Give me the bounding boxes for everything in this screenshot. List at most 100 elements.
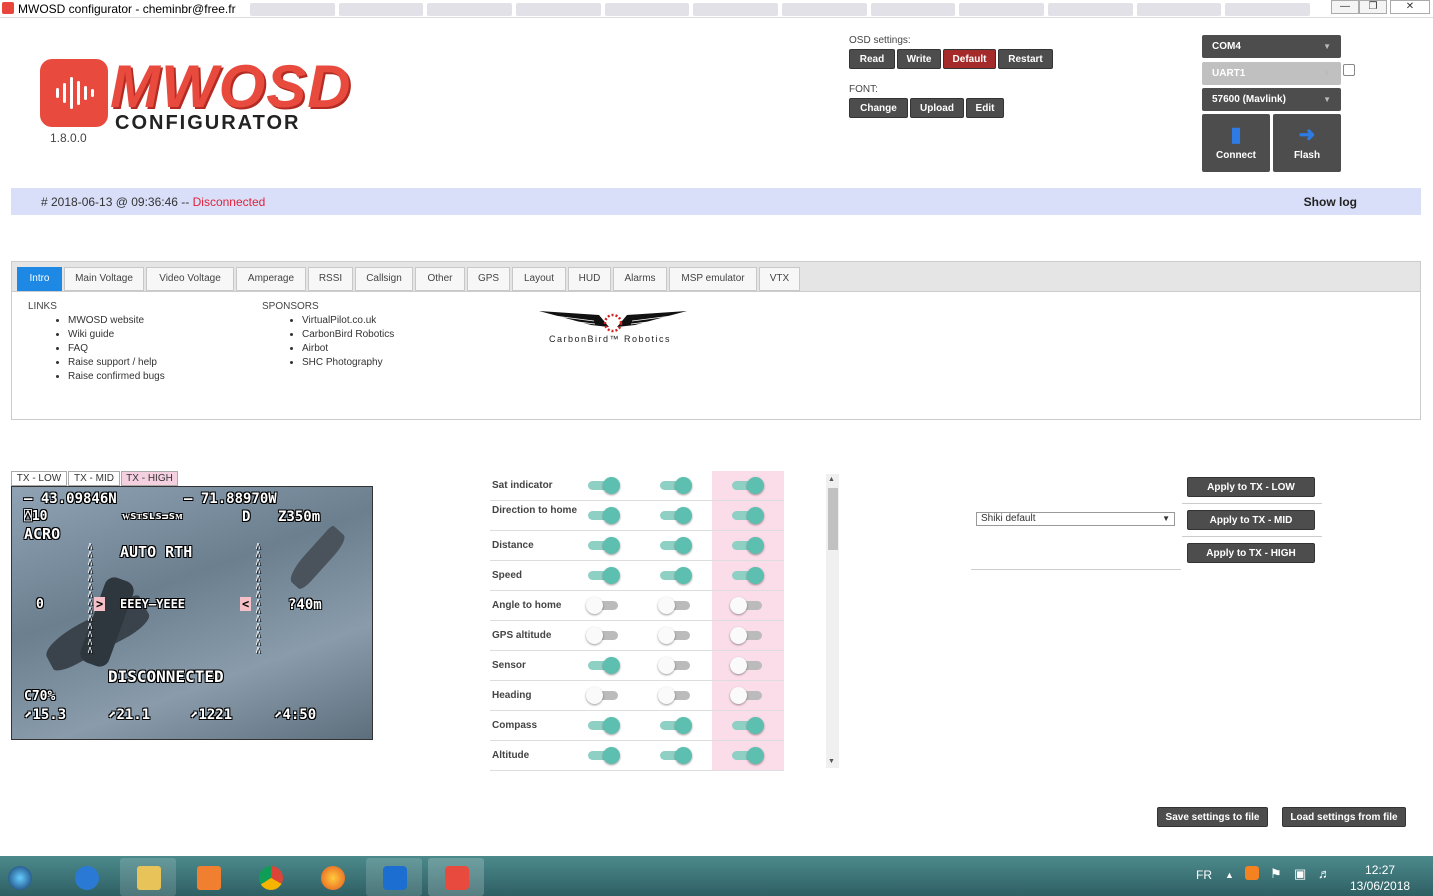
layout-preset-select[interactable]: Shiki default ▼ <box>976 512 1175 526</box>
tab-callsign[interactable]: Callsign <box>355 267 413 291</box>
font-change-button[interactable]: Change <box>849 98 908 118</box>
preview-tab-tx-high[interactable]: TX - HIGH <box>121 471 178 486</box>
taskbar-visioncure-icon[interactable] <box>366 858 422 896</box>
osd-preview[interactable]: — 43.09846N — 71.88970W ⍓10 ᴡsᴛsʟsᴝsᴍ D … <box>11 486 373 740</box>
taskbar-chrome-icon[interactable] <box>242 858 298 896</box>
scroll-down-icon[interactable]: ▼ <box>828 758 835 765</box>
toggle-high[interactable] <box>730 627 764 644</box>
apply-tx-high-button[interactable]: Apply to TX - HIGH <box>1187 543 1315 563</box>
taskbar-mwosd-icon[interactable] <box>428 858 484 896</box>
taskbar-explorer-icon[interactable] <box>120 858 176 896</box>
element-row: Altitude <box>490 741 784 771</box>
link-bugs[interactable]: Raise confirmed bugs <box>68 370 165 384</box>
tab-gps[interactable]: GPS <box>467 267 510 291</box>
tab-hud[interactable]: HUD <box>568 267 611 291</box>
flash-button[interactable]: ➜ Flash <box>1273 114 1341 172</box>
uart-checkbox[interactable] <box>1343 64 1355 76</box>
toggle-mid[interactable] <box>660 537 692 554</box>
toggle-high[interactable] <box>732 537 764 554</box>
tray-expand-icon[interactable]: ▲ <box>1225 870 1234 880</box>
apply-tx-low-button[interactable]: Apply to TX - LOW <box>1187 477 1315 497</box>
toggle-low[interactable] <box>586 627 620 644</box>
toggle-mid[interactable] <box>660 717 692 734</box>
link-faq[interactable]: FAQ <box>68 342 165 356</box>
tab-main-voltage[interactable]: Main Voltage <box>64 267 144 291</box>
toggle-high[interactable] <box>730 597 764 614</box>
tab-video-voltage[interactable]: Video Voltage <box>146 267 234 291</box>
toggle-mid[interactable] <box>658 627 692 644</box>
taskbar-firefox-icon[interactable] <box>304 858 360 896</box>
close-button[interactable]: ✕ <box>1390 0 1430 14</box>
tab-amperage[interactable]: Amperage <box>236 267 306 291</box>
preview-tab-tx-low[interactable]: TX - LOW <box>11 471 67 486</box>
scroll-up-icon[interactable]: ▲ <box>828 476 835 483</box>
load-settings-button[interactable]: Load settings from file <box>1282 807 1406 827</box>
taskbar-ie-icon[interactable] <box>58 858 114 896</box>
sponsor-airbot[interactable]: Airbot <box>302 342 394 356</box>
baud-select[interactable]: 57600 (Mavlink) ▼ <box>1202 88 1341 111</box>
tab-msp-emulator[interactable]: MSP emulator <box>669 267 757 291</box>
tray-network-icon[interactable]: ▣ <box>1294 866 1306 882</box>
toggle-low[interactable] <box>588 717 620 734</box>
toggle-mid[interactable] <box>658 597 692 614</box>
toggle-mid[interactable] <box>660 747 692 764</box>
toggle-low[interactable] <box>586 597 620 614</box>
tab-other[interactable]: Other <box>415 267 465 291</box>
font-edit-button[interactable]: Edit <box>966 98 1004 118</box>
toggle-low[interactable] <box>588 507 620 524</box>
start-button[interactable] <box>0 858 44 896</box>
connect-button[interactable]: ▮ Connect <box>1202 114 1270 172</box>
toggle-low[interactable] <box>588 747 620 764</box>
show-log-link[interactable]: Show log <box>1304 195 1357 209</box>
default-button[interactable]: Default <box>943 49 996 69</box>
font-upload-button[interactable]: Upload <box>910 98 964 118</box>
toggle-low[interactable] <box>588 537 620 554</box>
save-settings-button[interactable]: Save settings to file <box>1157 807 1268 827</box>
restart-button[interactable]: Restart <box>998 49 1053 69</box>
taskbar-media-icon[interactable] <box>180 858 236 896</box>
toggle-mid[interactable] <box>660 477 692 494</box>
tab-alarms[interactable]: Alarms <box>613 267 667 291</box>
toggle-low[interactable] <box>588 657 620 674</box>
toggle-high[interactable] <box>732 567 764 584</box>
toggle-high[interactable] <box>730 687 764 704</box>
tray-flag-icon[interactable]: ⚑ <box>1270 866 1282 882</box>
toggle-mid[interactable] <box>660 507 692 524</box>
tab-rssi[interactable]: RSSI <box>308 267 353 291</box>
maximize-button[interactable]: ❐ <box>1359 0 1387 14</box>
toggle-low[interactable] <box>586 687 620 704</box>
apply-tx-mid-button[interactable]: Apply to TX - MID <box>1187 510 1315 530</box>
preview-tab-tx-mid[interactable]: TX - MID <box>68 471 120 486</box>
toggle-knob <box>675 717 692 734</box>
sponsor-carbonbird[interactable]: CarbonBird Robotics <box>302 328 394 342</box>
sponsor-shc[interactable]: SHC Photography <box>302 356 394 370</box>
write-button[interactable]: Write <box>897 49 941 69</box>
tray-clock[interactable]: 12:27 13/06/2018 <box>1350 862 1410 894</box>
toggle-high[interactable] <box>732 747 764 764</box>
tray-avast-icon[interactable] <box>1245 866 1259 880</box>
link-mwosd-website[interactable]: MWOSD website <box>68 314 165 328</box>
uart-select[interactable]: UART1 ▼ <box>1202 62 1341 85</box>
toggle-high[interactable] <box>732 507 764 524</box>
sponsor-virtualpilot[interactable]: VirtualPilot.co.uk <box>302 314 394 328</box>
read-button[interactable]: Read <box>849 49 895 69</box>
toggle-high[interactable] <box>730 657 764 674</box>
toggle-low[interactable] <box>588 477 620 494</box>
tab-vtx[interactable]: VTX <box>759 267 800 291</box>
port-select[interactable]: COM4 ▼ <box>1202 35 1341 58</box>
link-wiki-guide[interactable]: Wiki guide <box>68 328 165 342</box>
toggle-mid[interactable] <box>658 687 692 704</box>
tab-layout[interactable]: Layout <box>512 267 566 291</box>
tray-language[interactable]: FR <box>1196 868 1212 882</box>
scrollbar-thumb[interactable] <box>828 488 838 550</box>
tab-intro[interactable]: Intro <box>17 267 62 291</box>
minimize-button[interactable]: — <box>1331 0 1359 14</box>
tray-volume-icon[interactable]: ♬ <box>1318 866 1331 881</box>
uart-value: UART1 <box>1212 68 1246 79</box>
link-support[interactable]: Raise support / help <box>68 356 165 370</box>
toggle-mid[interactable] <box>658 657 692 674</box>
toggle-low[interactable] <box>588 567 620 584</box>
toggle-high[interactable] <box>732 717 764 734</box>
toggle-mid[interactable] <box>660 567 692 584</box>
toggle-high[interactable] <box>732 477 764 494</box>
